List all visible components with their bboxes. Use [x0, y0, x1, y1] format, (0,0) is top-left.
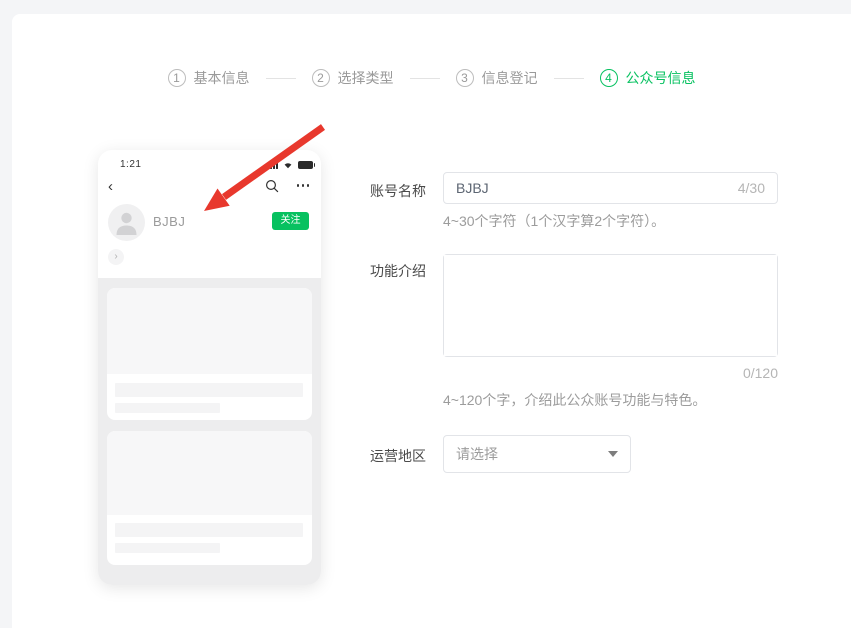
feed-card-placeholder [107, 431, 312, 565]
card-title-placeholder [115, 523, 303, 537]
account-name-field: 4/30 [443, 172, 778, 204]
card-title-placeholder [115, 383, 303, 397]
signal-icon [267, 160, 278, 169]
feed-card-placeholder [107, 288, 312, 420]
intro-field [443, 254, 778, 357]
step-label: 信息登记 [482, 68, 538, 88]
region-label: 运营地区 [370, 446, 436, 466]
step-select-type: 2 选择类型 [312, 68, 394, 88]
intro-textarea[interactable] [444, 255, 777, 356]
chevron-right-icon: › [108, 249, 124, 265]
card-subtitle-placeholder [115, 403, 220, 413]
status-time: 1:21 [120, 159, 141, 170]
intro-hint: 4~120个字，介绍此公众账号功能与特色。 [443, 390, 706, 410]
card-image-placeholder [107, 288, 312, 374]
step-info-registration: 3 信息登记 [456, 68, 538, 88]
phone-feed-area [98, 278, 321, 585]
account-name-input[interactable] [444, 180, 738, 196]
search-icon [265, 179, 279, 193]
phone-preview: 1:21 ‹ [98, 150, 321, 585]
intro-label: 功能介绍 [370, 261, 436, 281]
card-subtitle-placeholder [115, 543, 220, 553]
status-icons [267, 160, 313, 169]
step-label: 公众号信息 [626, 68, 696, 88]
step-label: 选择类型 [338, 68, 394, 88]
region-placeholder: 请选择 [456, 444, 498, 464]
wizard-stepper: 1 基本信息 2 选择类型 3 信息登记 4 公众号信息 [12, 68, 851, 88]
follow-button: 关注 [272, 212, 309, 230]
wifi-icon [282, 160, 294, 169]
account-name-counter: 4/30 [738, 180, 777, 196]
avatar [108, 204, 145, 241]
step-separator [554, 78, 584, 79]
region-select[interactable]: 请选择 [443, 435, 631, 473]
step-number: 2 [312, 69, 330, 87]
phone-profile-row: BJBJ 关注 [108, 204, 315, 242]
step-separator [410, 78, 440, 79]
step-label: 基本信息 [194, 68, 250, 88]
phone-status-bar: 1:21 [120, 158, 313, 170]
back-icon: ‹ [108, 177, 113, 197]
step-number: 4 [600, 69, 618, 87]
account-name-label: 账号名称 [370, 181, 436, 201]
dropdown-caret-icon [608, 451, 618, 457]
step-number: 3 [456, 69, 474, 87]
step-account-info-active: 4 公众号信息 [600, 68, 696, 88]
account-preview-name: BJBJ [153, 214, 185, 229]
account-name-hint: 4~30个字符（1个汉字算2个字符）。 [443, 211, 665, 231]
registration-page: 1 基本信息 2 选择类型 3 信息登记 4 公众号信息 1:21 [0, 0, 851, 628]
card-image-placeholder [107, 431, 312, 515]
more-icon [297, 184, 310, 187]
step-separator [266, 78, 296, 79]
intro-counter: 0/120 [443, 365, 778, 381]
battery-icon [298, 161, 313, 169]
person-icon [108, 204, 145, 241]
step-number: 1 [168, 69, 186, 87]
step-basic-info: 1 基本信息 [168, 68, 250, 88]
phone-nav-bar: ‹ [98, 176, 321, 198]
